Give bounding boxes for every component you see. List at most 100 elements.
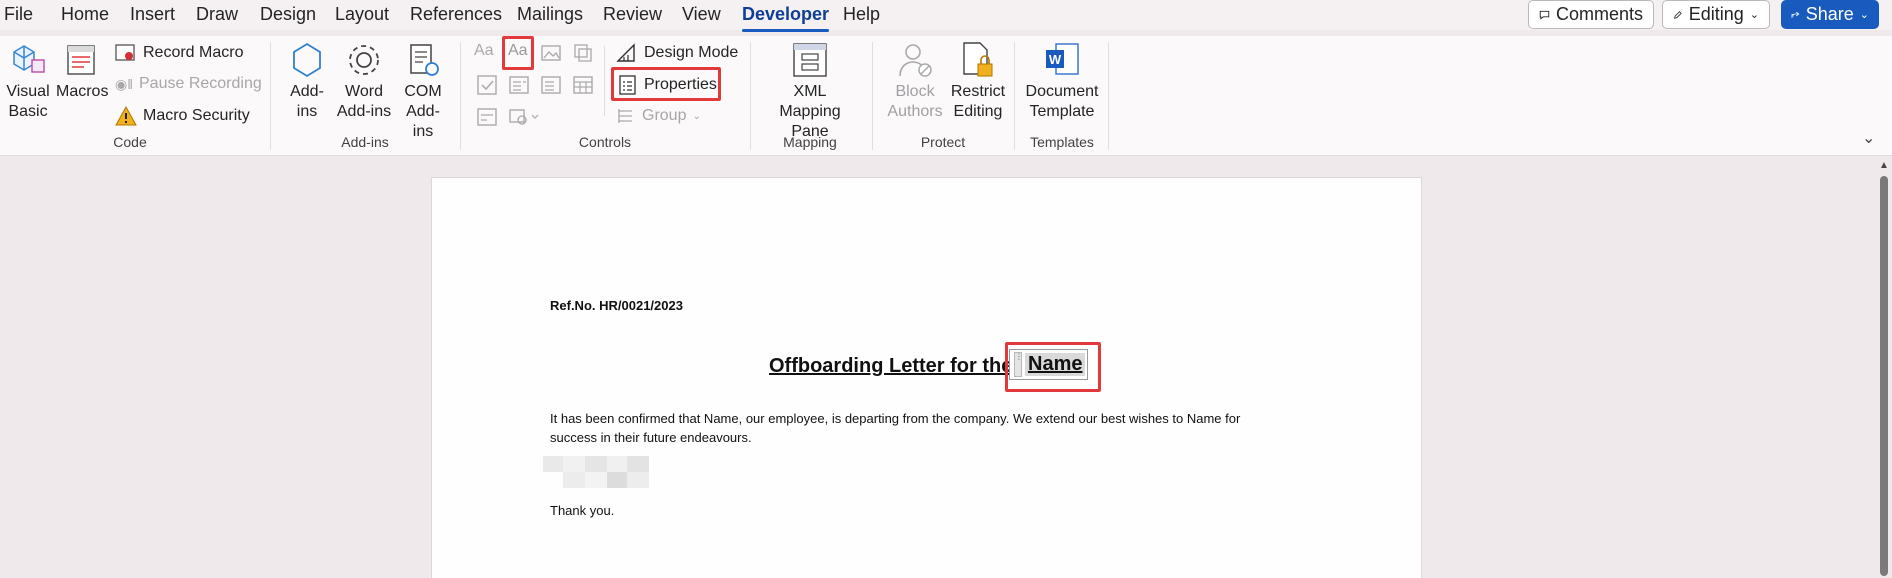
pause-recording-label: Pause Recording <box>139 75 262 92</box>
highlight-name-control <box>1005 342 1101 392</box>
divider <box>604 46 605 116</box>
visual-basic-icon <box>13 45 45 73</box>
editing-mode-button[interactable]: Editing ⌄ <box>1662 0 1770 29</box>
macro-security-button[interactable]: Macro Security <box>115 104 250 128</box>
letter-title: Offboarding Letter for the <box>769 355 1012 378</box>
tab-mailings[interactable]: Mailings <box>517 4 583 25</box>
visual-basic-button[interactable]: Visual Basic <box>4 40 52 122</box>
block-authors-label: Block Authors <box>887 83 943 120</box>
group-label: Group <box>642 107 687 124</box>
document-page[interactable]: Ref.No. HR/0021/2023 Offboarding Letter … <box>431 177 1422 578</box>
group-icon <box>618 109 632 123</box>
title-text: Offboarding Letter for the <box>769 355 1013 377</box>
group-button[interactable]: Group ⌄ <box>616 104 701 128</box>
tab-help[interactable]: Help <box>843 4 880 25</box>
divider <box>750 42 751 150</box>
record-macro-label: Record Macro <box>143 44 244 61</box>
tab-references[interactable]: References <box>410 4 502 25</box>
chevron-down-icon: ⌄ <box>692 110 701 122</box>
tab-design[interactable]: Design <box>260 4 316 25</box>
pause-icon: ◉‖ <box>115 75 133 92</box>
restrict-editing-button[interactable]: Restrict Editing <box>950 40 1006 122</box>
record-macro-button[interactable]: Record Macro <box>115 41 243 65</box>
highlight-properties <box>611 67 721 101</box>
tab-view[interactable]: View <box>682 4 721 25</box>
lock-document-icon <box>963 42 993 77</box>
comment-icon <box>1539 10 1550 20</box>
picture-content-control-icon[interactable] <box>540 42 562 64</box>
macros-label: Macros <box>56 83 109 100</box>
legacy-tools-icon[interactable] <box>508 106 542 128</box>
share-label: Share <box>1805 4 1854 24</box>
repeating-section-content-control-icon[interactable] <box>476 106 498 128</box>
check-box-content-control-icon[interactable] <box>476 74 498 96</box>
group-label-code: Code <box>113 134 147 150</box>
add-ins-button[interactable]: Add-ins <box>282 40 332 122</box>
com-add-ins-button[interactable]: COM Add-ins <box>396 40 450 142</box>
group-label-mapping: Mapping <box>783 134 837 150</box>
warning-icon <box>115 106 137 126</box>
tab-file[interactable]: File <box>4 4 33 25</box>
block-authors-button[interactable]: Block Authors <box>880 40 950 122</box>
group-label-protect: Protect <box>920 134 966 150</box>
building-block-gallery-icon[interactable] <box>572 42 594 64</box>
closing-text: Thank you. <box>550 503 615 518</box>
divider <box>872 42 873 150</box>
body-line-2: success in their future endeavours. <box>550 430 752 445</box>
block-authors-icon <box>899 44 932 77</box>
combo-box-content-control-icon[interactable] <box>508 74 530 96</box>
visual-basic-label: Visual Basic <box>6 83 50 120</box>
scrollbar-thumb[interactable] <box>1880 176 1888 576</box>
rich-text-content-control-icon[interactable]: Aa <box>474 42 496 64</box>
restrict-editing-label: Restrict Editing <box>950 83 1006 120</box>
tab-layout[interactable]: Layout <box>335 4 389 25</box>
collapse-ribbon-icon[interactable]: ⌄ <box>1862 128 1875 148</box>
divider <box>1108 42 1109 150</box>
pencil-icon <box>1674 10 1682 19</box>
comments-label: Comments <box>1555 4 1643 24</box>
divider <box>270 42 271 150</box>
tab-insert[interactable]: Insert <box>130 4 175 25</box>
tab-draw[interactable]: Draw <box>196 4 238 25</box>
design-mode-icon <box>616 43 635 62</box>
xml-mapping-pane-button[interactable]: XML Mapping Pane <box>762 40 858 142</box>
comments-button[interactable]: Comments <box>1528 0 1654 29</box>
divider <box>460 42 461 150</box>
drop-down-list-content-control-icon[interactable] <box>540 74 562 96</box>
document-template-label: Document Template <box>1025 83 1099 120</box>
add-ins-icon <box>293 42 321 78</box>
scroll-up-arrow-icon[interactable]: ▲ <box>1879 160 1889 171</box>
reference-number: Ref.No. HR/0021/2023 <box>550 298 683 313</box>
word-add-ins-label: Word Add-ins <box>336 83 392 120</box>
xml-mapping-icon <box>793 43 827 77</box>
design-mode-button[interactable]: Design Mode <box>616 41 738 65</box>
tab-developer[interactable]: Developer <box>742 4 830 32</box>
word-add-ins-button[interactable]: Word Add-ins <box>335 40 393 122</box>
chevron-down-icon: ⌄ <box>1859 9 1869 21</box>
tab-review[interactable]: Review <box>603 4 662 25</box>
macros-icon <box>67 45 95 75</box>
chevron-down-icon: ⌄ <box>1749 9 1759 21</box>
xml-mapping-pane-label: XML Mapping Pane <box>779 83 841 140</box>
com-add-ins-icon <box>410 44 439 76</box>
group-label-controls: Controls <box>578 134 632 150</box>
ribbon: Visual Basic Macros Record Macro ◉‖ Paus… <box>0 36 1892 156</box>
com-add-ins-label: COM Add-ins <box>404 83 442 140</box>
menu-bar: File Home Insert Draw Design Layout Refe… <box>0 0 1892 32</box>
gear-icon <box>349 45 379 75</box>
pause-recording-button[interactable]: ◉‖ Pause Recording <box>115 72 262 96</box>
group-label-templates: Templates <box>1030 134 1094 150</box>
editing-label: Editing <box>1688 4 1744 24</box>
word-template-icon: W <box>1046 43 1079 75</box>
record-macro-icon <box>115 44 135 61</box>
date-picker-content-control-icon[interactable] <box>572 74 594 96</box>
vertical-scrollbar[interactable]: ▲ <box>1876 158 1892 578</box>
highlight-plain-text-control <box>502 36 534 70</box>
document-template-button[interactable]: W Document Template <box>1022 40 1102 122</box>
tab-home[interactable]: Home <box>61 4 109 25</box>
macros-button[interactable]: Macros <box>56 40 108 102</box>
share-button[interactable]: Share ⌄ <box>1781 0 1879 29</box>
body-line-1: It has been confirmed that Name, our emp… <box>550 411 1241 426</box>
macro-security-label: Macro Security <box>143 107 250 124</box>
add-ins-label: Add-ins <box>290 83 324 120</box>
